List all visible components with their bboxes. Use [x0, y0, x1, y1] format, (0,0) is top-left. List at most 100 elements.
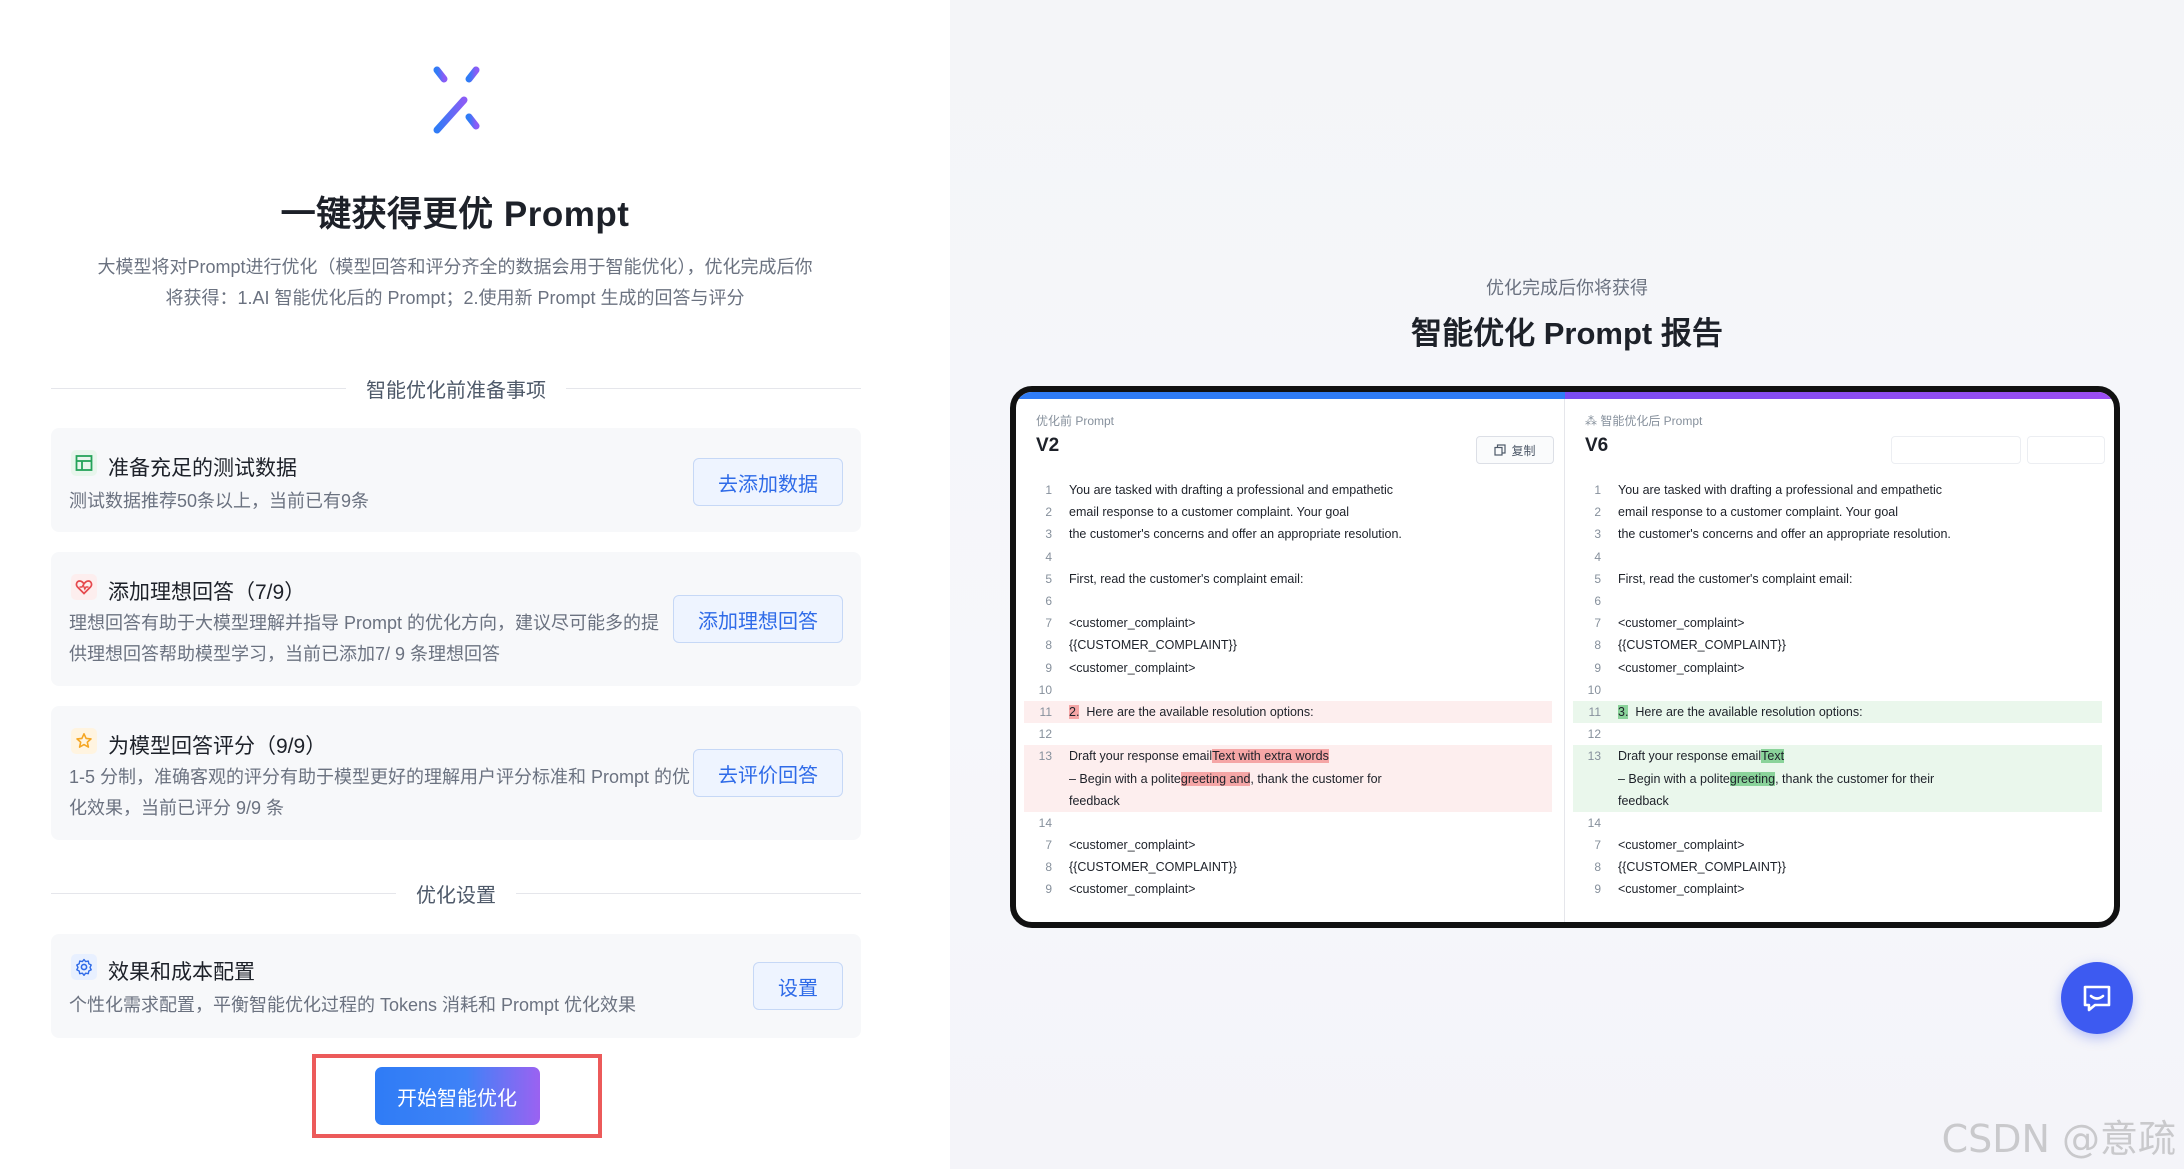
copy-button[interactable]: 复制 — [1476, 436, 1554, 464]
start-optimization-button[interactable]: 开始智能优化 — [374, 1067, 540, 1125]
code-line: – Begin with a politegreeting and, thank… — [1024, 767, 1552, 790]
code-line: 7 <customer_complaint> — [1573, 612, 2102, 634]
after-label: ⁂ 智能优化后 Prompt — [1585, 412, 1702, 429]
star-icon — [71, 728, 97, 754]
code-line: 14 — [1024, 812, 1552, 834]
line-text: First, read the customer's complaint ema… — [1052, 572, 1303, 586]
code-text: email response to a customer complaint. … — [1618, 505, 1899, 520]
code-text: feedback — [1618, 793, 1669, 808]
card-description-line: 理想回答有助于大模型理解并指导 Prompt 的优化方向，建议尽可能多的提 — [69, 613, 660, 633]
left-panel: 一键获得更优 Prompt 大模型将对Prompt进行优化（模型回答和评分齐全的… — [0, 0, 950, 1169]
add-data-button[interactable]: 去添加数据 — [693, 458, 843, 506]
after-code: 1 You are tasked with drafting a professi… — [1573, 479, 2102, 901]
code-line: 7 <customer_complaint> — [1573, 834, 2102, 856]
code-line: 1 You are tasked with drafting a professi… — [1024, 479, 1552, 501]
line-number: 9 — [1594, 660, 1601, 675]
diff-highlight: 2. — [1069, 704, 1080, 719]
line-number: 2 — [1594, 505, 1601, 520]
rate-answers-button[interactable]: 去评价回答 — [693, 749, 843, 797]
line-text: 3. Here are the available resolution opt… — [1601, 704, 1863, 719]
line-text: You are tasked with drafting a professio… — [1601, 483, 1942, 497]
divider-line — [516, 892, 861, 894]
before-pane: 优化前 Prompt V2 复制 1 You are tasked with dr… — [1016, 399, 1565, 922]
card-test-data: 准备充足的测试数据 测试数据推荐50条以上，当前已有9条 去添加数据 — [51, 428, 861, 532]
line-text: – Begin with a politegreeting and, thank… — [1052, 771, 1382, 786]
line-text: <customer_complaint> — [1052, 661, 1195, 675]
copy-icon — [1494, 444, 1507, 456]
line-number: 4 — [1045, 549, 1052, 564]
code-text: You are tasked with drafting a professio… — [1069, 483, 1394, 498]
gear-icon — [71, 954, 97, 980]
code-text: the customer's concerns and offer an app… — [1618, 527, 1951, 542]
divider-line — [51, 387, 346, 389]
settings-button[interactable]: 设置 — [753, 962, 843, 1010]
line-text: Draft your response emailText with extra… — [1052, 749, 1329, 764]
code-line: 10 — [1573, 679, 2102, 701]
card-title: 效果和成本配置 — [108, 961, 255, 984]
diff-highlight: greeting and — [1180, 771, 1251, 786]
line-number: 9 — [1045, 660, 1052, 675]
prep-section-divider: 智能优化前准备事项 — [51, 374, 861, 402]
line-text: feedback — [1601, 794, 1669, 808]
card-description-line: 1-5 分制，准确客观的评分有助于模型更好的理解用户评分标准和 Prompt 的… — [69, 767, 691, 787]
before-code: 1 You are tasked with drafting a professi… — [1024, 479, 1552, 901]
code-text: email response to a customer complaint. … — [1069, 505, 1350, 520]
line-number: 10 — [1587, 682, 1601, 697]
code-text: You are tasked with drafting a professio… — [1618, 483, 1943, 498]
code-text: – Begin with a polite — [1618, 771, 1730, 786]
code-text: <customer_complaint> — [1618, 660, 1745, 675]
line-number: 13 — [1587, 749, 1601, 764]
code-line: 11 2. Here are the available resolution o… — [1024, 700, 1552, 724]
code-line: 3 the customer's concerns and offer an ap… — [1573, 523, 2102, 545]
code-text: Draft your response email — [1618, 749, 1762, 764]
code-text: <customer_complaint> — [1618, 616, 1745, 631]
code-line: 2 email response to a customer complaint.… — [1573, 501, 2102, 523]
description-line: 将获得：1.AI 智能优化后的 Prompt；2.使用新 Prompt 生成的回… — [165, 288, 745, 308]
code-text: , thank the customer for — [1250, 771, 1382, 786]
line-text: Draft your response emailText — [1601, 749, 1785, 764]
code-line: 12 — [1573, 723, 2102, 745]
divider-line — [51, 892, 396, 894]
page-description: 大模型将对Prompt进行优化（模型回答和评分齐全的数据会用于智能优化），优化完… — [80, 252, 830, 314]
code-text: {{CUSTOMER_COMPLAINT}} — [1618, 860, 1786, 875]
code-text: First, read the customer's complaint ema… — [1069, 571, 1304, 586]
line-text: <customer_complaint> — [1052, 882, 1195, 896]
code-text: Here are the available resolution option… — [1628, 704, 1863, 719]
line-number: 8 — [1594, 638, 1601, 653]
code-line: – Begin with a politegreeting, thank the… — [1573, 767, 2102, 790]
line-text: {{CUSTOMER_COMPLAINT}} — [1052, 860, 1237, 874]
code-line: 8 {{CUSTOMER_COMPLAINT}} — [1024, 634, 1552, 656]
line-number: 7 — [1045, 616, 1052, 631]
line-number: 13 — [1038, 749, 1052, 764]
code-line: 8 {{CUSTOMER_COMPLAINT}} — [1573, 634, 2102, 656]
line-number: 6 — [1594, 594, 1601, 609]
line-text: <customer_complaint> — [1601, 661, 1744, 675]
faded-button — [2027, 436, 2105, 464]
code-line: 7 <customer_complaint> — [1024, 612, 1552, 634]
settings-section-title: 优化设置 — [416, 884, 496, 907]
chat-icon — [2083, 985, 2111, 1012]
card-title: 准备充足的测试数据 — [108, 457, 297, 480]
line-text: email response to a customer complaint. … — [1601, 505, 1898, 519]
code-text: <customer_complaint> — [1069, 882, 1196, 897]
code-text: {{CUSTOMER_COMPLAINT}} — [1069, 638, 1237, 653]
line-text: <customer_complaint> — [1601, 616, 1744, 630]
copy-label: 复制 — [1511, 443, 1536, 458]
line-number: 14 — [1587, 815, 1601, 830]
code-line: 5 First, read the customer's complaint em… — [1024, 568, 1552, 590]
report-subtitle: 优化完成后你将获得 — [1486, 278, 1648, 298]
code-line: 14 — [1573, 812, 2102, 834]
line-number: 8 — [1045, 860, 1052, 875]
card-title: 为模型回答评分（9/9） — [108, 735, 327, 758]
line-number: 11 — [1588, 704, 1601, 719]
diff-highlight: Text with extra words — [1212, 749, 1329, 764]
diff-highlight: Text — [1761, 749, 1785, 764]
line-text: <customer_complaint> — [1052, 838, 1195, 852]
card-description-line: 供理想回答帮助模型学习，当前已添加7/ 9 条理想回答 — [69, 644, 501, 664]
chat-support-button[interactable] — [2061, 962, 2133, 1034]
line-text: <customer_complaint> — [1052, 616, 1195, 630]
add-ideal-answer-button[interactable]: 添加理想回答 — [673, 595, 843, 643]
table-icon — [71, 450, 97, 476]
code-text: <customer_complaint> — [1069, 838, 1196, 853]
line-number: 10 — [1038, 682, 1052, 697]
